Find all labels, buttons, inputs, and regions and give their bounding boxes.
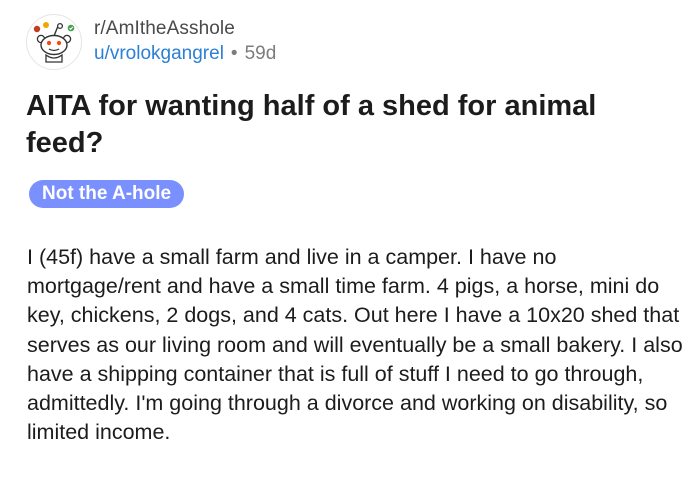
post-body: I (45f) have a small farm and live in a … — [27, 245, 683, 445]
post-title[interactable]: AITA for wanting half of a shed for anim… — [26, 88, 666, 162]
post-meta: r/AmItheAsshole u/vrolokgangrel • 59d — [94, 17, 276, 67]
post-age: 59d — [244, 43, 277, 64]
post-header: r/AmItheAsshole u/vrolokgangrel • 59d — [26, 12, 276, 72]
subreddit-name[interactable]: r/AmItheAsshole — [94, 17, 276, 41]
post-flair-badge[interactable]: Not the A-hole — [29, 180, 185, 208]
subreddit-avatar-icon[interactable] — [26, 14, 82, 70]
snoo-icon — [33, 22, 75, 63]
username-link[interactable]: u/vrolokgangrel — [94, 41, 224, 67]
reddit-post: r/AmItheAsshole u/vrolokgangrel • 59d AI… — [0, 0, 700, 500]
meta-separator: • — [230, 43, 238, 64]
author-line: u/vrolokgangrel • 59d — [94, 41, 276, 67]
